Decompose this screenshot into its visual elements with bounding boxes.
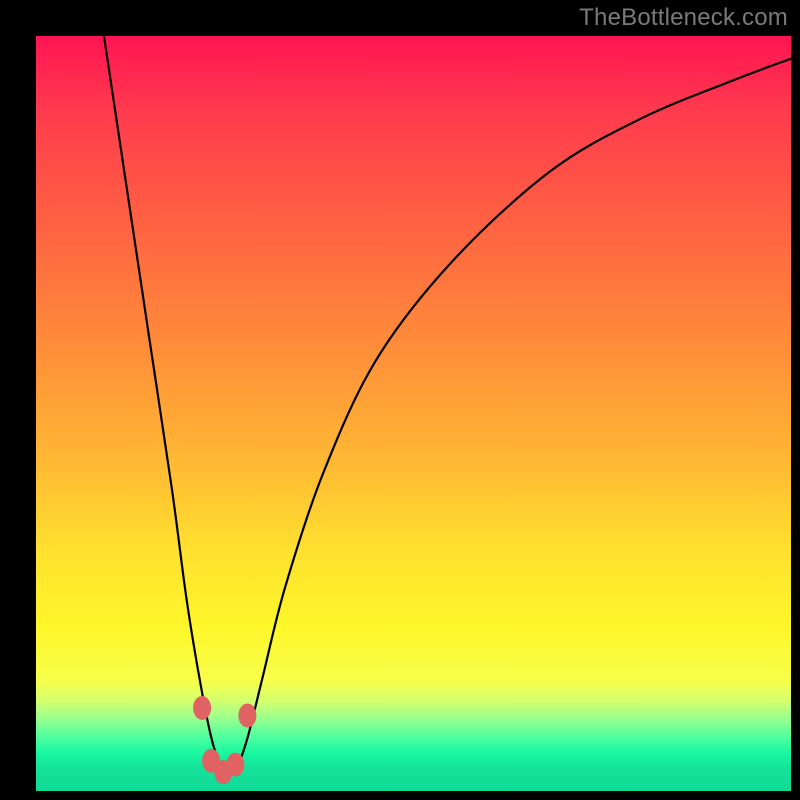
chart-stage: TheBottleneck.com	[0, 0, 800, 800]
watermark-text: TheBottleneck.com	[579, 4, 788, 32]
curve-layer	[36, 36, 791, 791]
curve-marker	[226, 753, 244, 777]
curve-marker	[238, 704, 256, 728]
bottleneck-curve	[104, 36, 791, 774]
curve-marker	[193, 696, 211, 720]
plot-area	[36, 36, 791, 791]
